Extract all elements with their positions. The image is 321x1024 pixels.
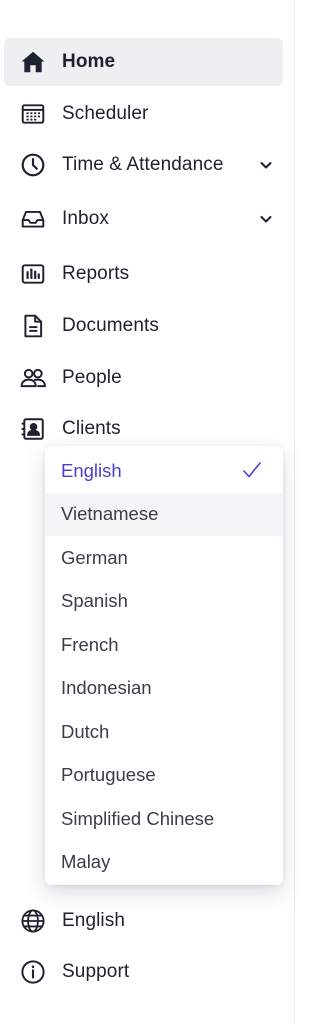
- sidebar-divider: [294, 0, 295, 1024]
- nav-item-reports[interactable]: Reports: [4, 250, 283, 298]
- language-option-label: French: [61, 633, 119, 655]
- nav-label-support: Support: [62, 961, 130, 982]
- nav-item-inbox[interactable]: Inbox: [4, 195, 283, 243]
- language-option-label: Portuguese: [61, 764, 156, 786]
- language-option[interactable]: Dutch: [45, 710, 283, 754]
- language-option-label: Indonesian: [61, 677, 152, 699]
- nav-label-clients: Clients: [62, 418, 121, 439]
- language-option[interactable]: Malay: [45, 841, 283, 885]
- nav-item-scheduler[interactable]: Scheduler: [4, 90, 283, 138]
- calendar-icon: [19, 100, 47, 128]
- language-option[interactable]: English: [45, 449, 283, 493]
- language-option[interactable]: Vietnamese: [45, 492, 283, 536]
- document-icon: [19, 312, 47, 340]
- language-option[interactable]: Portuguese: [45, 754, 283, 798]
- language-option-label: Vietnamese: [61, 503, 159, 525]
- nav-label-time-attendance: Time & Attendance: [62, 154, 224, 175]
- language-option-label: Spanish: [61, 590, 128, 612]
- nav-label-inbox: Inbox: [62, 208, 109, 229]
- language-selector[interactable]: English: [4, 897, 283, 945]
- language-option[interactable]: French: [45, 623, 283, 667]
- nav-item-support[interactable]: Support: [4, 948, 283, 996]
- language-option[interactable]: Indonesian: [45, 667, 283, 711]
- bar-chart-icon: [19, 260, 47, 288]
- language-option-label: Simplified Chinese: [61, 807, 215, 829]
- language-option-label: Malay: [61, 851, 111, 873]
- language-option-label: English: [61, 459, 122, 481]
- people-icon: [19, 364, 47, 392]
- nav-item-documents[interactable]: Documents: [4, 302, 283, 350]
- language-dropdown: English Vietnamese German Spanish French…: [45, 446, 283, 885]
- nav-label-people: People: [62, 367, 122, 388]
- nav-item-home[interactable]: Home: [4, 38, 283, 86]
- nav-item-time-attendance[interactable]: Time & Attendance: [4, 141, 283, 189]
- contact-card-icon: [19, 415, 47, 443]
- inbox-icon: [19, 205, 47, 233]
- globe-icon: [19, 907, 47, 935]
- language-option[interactable]: Spanish: [45, 580, 283, 624]
- clock-icon: [19, 151, 47, 179]
- home-icon: [19, 48, 47, 76]
- chevron-down-icon[interactable]: [257, 210, 275, 228]
- chevron-down-icon[interactable]: [257, 156, 275, 174]
- checkmark-icon: [243, 462, 261, 478]
- nav-label-reports: Reports: [62, 263, 130, 284]
- nav-label-scheduler: Scheduler: [62, 103, 149, 124]
- language-option-label: German: [61, 546, 128, 568]
- info-icon: [19, 958, 47, 986]
- language-option[interactable]: Simplified Chinese: [45, 797, 283, 841]
- nav-label-documents: Documents: [62, 315, 159, 336]
- language-option-label: Dutch: [61, 720, 110, 742]
- nav-label-home: Home: [62, 51, 116, 72]
- nav-item-people[interactable]: People: [4, 354, 283, 402]
- language-option[interactable]: German: [45, 536, 283, 580]
- language-label: English: [62, 910, 126, 931]
